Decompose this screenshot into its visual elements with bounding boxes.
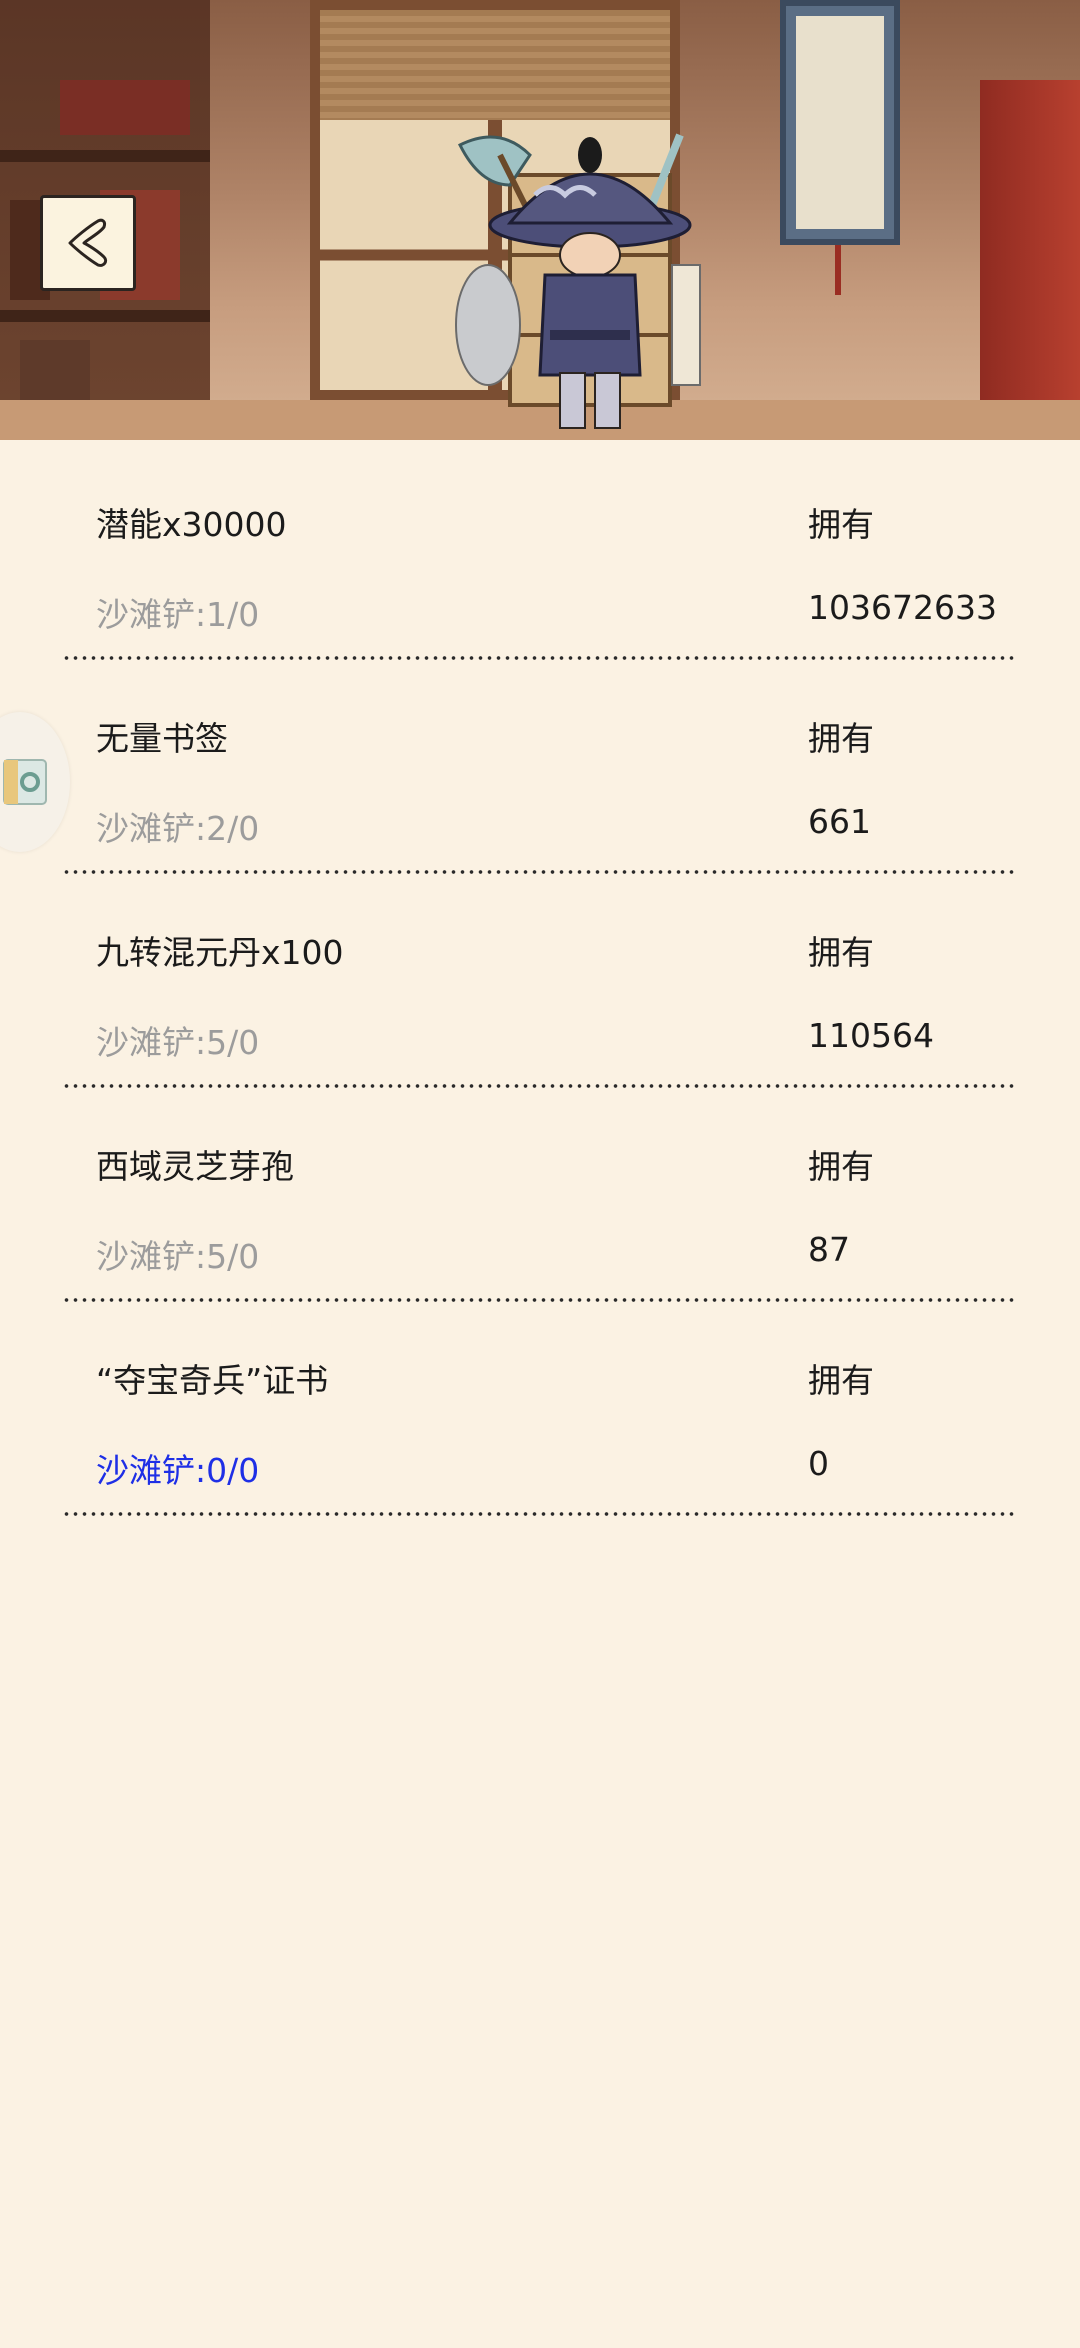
list-item: 无量书签 沙滩铲:2/0 拥有 661 (0, 654, 1080, 876)
list-item: 潜能x30000 沙滩铲:1/0 拥有 103672633 (0, 440, 1080, 662)
item-name: 九转混元丹x100 (96, 933, 344, 972)
owned-label: 拥有 (808, 719, 874, 758)
shovel-requirement: 沙滩铲:2/0 (96, 809, 260, 848)
owned-label: 拥有 (808, 933, 874, 972)
owned-label: 拥有 (808, 1147, 874, 1186)
list-item: 西域灵芝芽孢 沙滩铲:5/0 拥有 87 (0, 1082, 1080, 1304)
list-item: 九转混元丹x100 沙滩铲:5/0 拥有 110564 (0, 868, 1080, 1090)
owned-value: 103672633 (808, 588, 997, 627)
item-name: “夺宝奇兵”证书 (96, 1361, 329, 1400)
owned-label: 拥有 (808, 505, 874, 544)
dotted-divider (62, 1510, 1018, 1518)
curtain (980, 80, 1080, 440)
shovel-requirement: 沙滩铲:0/0 (96, 1451, 260, 1490)
shovel-requirement: 沙滩铲:5/0 (96, 1237, 260, 1276)
owned-value: 661 (808, 802, 871, 841)
item-name: 西域灵芝芽孢 (96, 1147, 294, 1186)
item-name: 潜能x30000 (96, 505, 287, 544)
exchange-list: 潜能x30000 沙滩铲:1/0 拥有 103672633 无量书签 沙滩铲:2… (0, 440, 1080, 1518)
owned-value: 0 (808, 1444, 829, 1483)
owned-label: 拥有 (808, 1361, 874, 1400)
merchant-character-image (455, 133, 701, 429)
chevron-left-icon (68, 218, 108, 267)
header-illustration (0, 0, 1080, 440)
back-button[interactable] (40, 195, 136, 291)
shovel-requirement: 沙滩铲:1/0 (96, 595, 260, 634)
shovel-requirement: 沙滩铲:5/0 (96, 1023, 260, 1062)
owned-value: 87 (808, 1230, 850, 1269)
wall-scroll (780, 0, 900, 245)
list-item: “夺宝奇兵”证书 沙滩铲:0/0 拥有 0 (0, 1296, 1080, 1518)
item-name: 无量书签 (96, 719, 228, 758)
owned-value: 110564 (808, 1016, 934, 1055)
